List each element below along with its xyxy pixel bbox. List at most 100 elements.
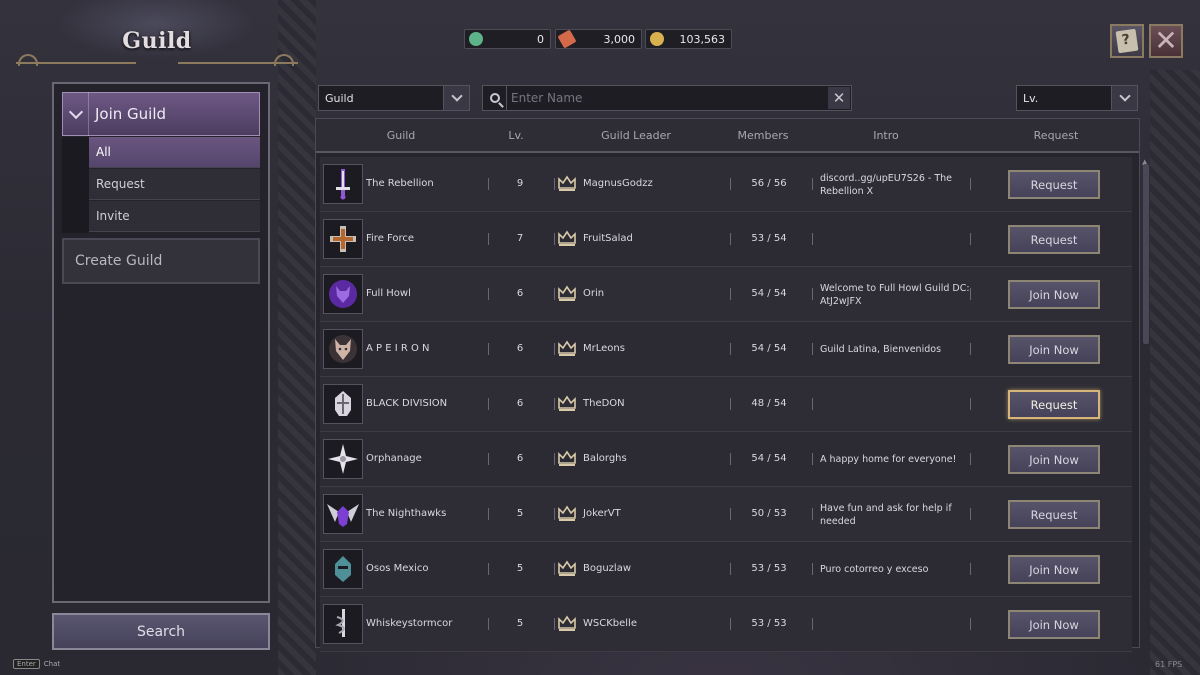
submenu-item-request[interactable]: Request	[89, 169, 260, 200]
guild-intro	[820, 212, 970, 267]
column-divider	[730, 343, 731, 355]
chat-label: Chat	[43, 660, 61, 668]
column-divider	[554, 288, 555, 300]
join-now-button[interactable]: Join Now	[1008, 445, 1100, 474]
column-divider	[488, 288, 489, 300]
column-divider	[812, 233, 813, 245]
column-divider	[554, 508, 555, 520]
column-divider	[812, 288, 813, 300]
level-sort-value: Lv.	[1023, 91, 1039, 105]
join-now-button[interactable]: Join Now	[1008, 555, 1100, 584]
column-divider	[554, 453, 555, 465]
column-divider	[812, 563, 813, 575]
guild-leader: FruitSalad	[583, 233, 633, 244]
guild-level: 9	[516, 178, 524, 189]
guild-intro: A happy home for everyone!	[820, 454, 957, 465]
crown-icon	[558, 340, 576, 356]
search-icon[interactable]	[483, 86, 507, 110]
column-divider	[488, 398, 489, 410]
search-button[interactable]: Search	[52, 613, 270, 650]
column-header-leader: Guild Leader	[601, 129, 671, 142]
guild-name: A P E I R O N	[366, 343, 430, 354]
currency-value: 0	[537, 32, 544, 46]
guild-level: 6	[516, 453, 524, 464]
ornament-curl-icon	[18, 54, 38, 66]
crown-icon	[558, 505, 576, 521]
column-divider	[554, 618, 555, 630]
enter-key-badge: Enter	[13, 659, 40, 669]
help-book-icon	[1115, 28, 1139, 54]
table-row: Osos Mexico 5 Boguzlaw 53 / 53 Puro coto…	[320, 542, 1132, 597]
guild-leader: MagnusGodzz	[583, 178, 653, 189]
column-divider	[554, 563, 555, 575]
cross-emblem-icon	[323, 219, 363, 259]
column-divider	[488, 453, 489, 465]
guild-members: 50 / 53	[751, 508, 787, 519]
column-divider	[554, 178, 555, 190]
submenu-item-all[interactable]: All	[89, 137, 260, 168]
column-divider	[812, 178, 813, 190]
column-divider	[488, 563, 489, 575]
column-divider	[970, 563, 971, 575]
name-search-input[interactable]	[507, 91, 828, 105]
submenu-item-invite[interactable]: Invite	[89, 201, 260, 232]
ornament-curl-icon	[274, 54, 294, 66]
guild-leader: WSCKbelle	[583, 618, 637, 629]
guild-level: 6	[516, 288, 524, 299]
guide-button[interactable]	[1110, 24, 1144, 58]
winged-emblem-icon	[323, 494, 363, 534]
join-now-button[interactable]: Join Now	[1008, 610, 1100, 639]
close-button[interactable]: ✕	[1149, 24, 1183, 58]
chevron-down-icon	[63, 92, 89, 136]
column-divider	[730, 618, 731, 630]
guild-name: Whiskeystormcor	[366, 618, 453, 629]
crown-icon	[558, 615, 576, 631]
column-divider	[730, 453, 731, 465]
table-row: Fire Force 7 FruitSalad 53 / 54 Request	[320, 212, 1132, 267]
guild-level: 6	[516, 398, 524, 409]
request-button[interactable]: Request	[1008, 225, 1100, 254]
level-sort-dropdown[interactable]: Lv.	[1016, 85, 1138, 111]
guild-table: Guild Lv. Guild Leader Members Intro Req…	[315, 118, 1149, 652]
column-divider	[812, 618, 813, 630]
column-divider	[554, 233, 555, 245]
guild-type-value: Guild	[325, 91, 354, 105]
guild-leader: TheDON	[583, 398, 625, 409]
page-title: Guild	[122, 28, 192, 54]
guild-level: 6	[516, 343, 524, 354]
join-now-button[interactable]: Join Now	[1008, 280, 1100, 309]
guild-intro: discord..gg/upEU7S26 - The Rebellion X	[820, 172, 953, 197]
column-divider	[554, 398, 555, 410]
column-divider	[970, 288, 971, 300]
guild-intro	[820, 597, 970, 652]
title-divider	[16, 62, 136, 64]
column-divider	[488, 508, 489, 520]
join-now-button[interactable]: Join Now	[1008, 335, 1100, 364]
guild-members: 53 / 53	[751, 563, 787, 574]
guild-leader: Boguzlaw	[583, 563, 631, 574]
decorative-pillar-right	[1150, 70, 1200, 675]
column-divider	[488, 343, 489, 355]
currency-crystal: 0	[464, 29, 551, 49]
menu-join-guild[interactable]: Join Guild	[62, 92, 260, 136]
menu-create-guild[interactable]: Create Guild	[62, 238, 260, 284]
request-button[interactable]: Request	[1008, 500, 1100, 529]
scrollbar[interactable]	[1143, 164, 1149, 344]
submenu-rail	[62, 137, 89, 233]
column-divider	[488, 178, 489, 190]
column-divider	[970, 343, 971, 355]
chevron-down-icon	[443, 86, 469, 110]
crown-icon	[558, 560, 576, 576]
wolf-emblem-icon	[323, 274, 363, 314]
guild-intro	[820, 377, 970, 432]
guild-type-dropdown[interactable]: Guild	[318, 85, 470, 111]
column-header-intro: Intro	[873, 129, 899, 142]
title-area: Guild	[16, 0, 298, 72]
clear-icon[interactable]: ✕	[828, 87, 850, 109]
currency-value: 103,563	[679, 32, 726, 46]
table-row: A P E I R O N 6 MrLeons 54 / 54 Guild La…	[320, 322, 1132, 377]
column-divider	[812, 453, 813, 465]
request-button[interactable]: Request	[1008, 390, 1100, 419]
crown-icon	[558, 450, 576, 466]
request-button[interactable]: Request	[1008, 170, 1100, 199]
